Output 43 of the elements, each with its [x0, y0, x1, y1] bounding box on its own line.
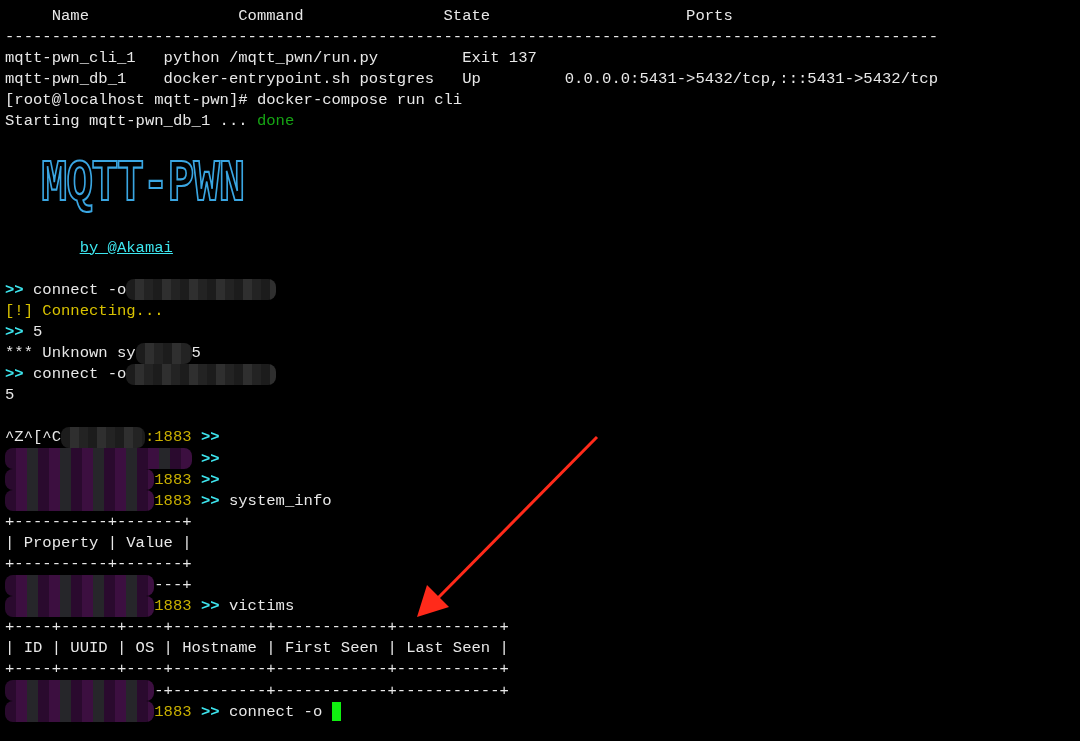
port-text: 1883	[154, 597, 192, 616]
terminal-text: mqtt-pwn_db_1 docker-entrypoint.sh postgres Up 0.0.0.0:5431->5432/tcp,:::5431->5432/tcp	[5, 69, 938, 88]
prompt-marker: >>	[5, 280, 25, 299]
warning-text: [!] Connecting...	[5, 301, 164, 320]
terminal-text: +----+------+----+----------+------------+-----------+	[5, 618, 509, 637]
terminal-text: 5	[33, 322, 43, 341]
prompt-marker: >>	[199, 702, 221, 721]
prompt-marker: >>	[199, 597, 221, 616]
terminal-text: victims	[228, 597, 295, 616]
prompt-marker: >>	[199, 428, 220, 447]
terminal-text: 5	[191, 344, 201, 363]
prompt-marker: >>	[199, 470, 220, 489]
port-text: 1883	[154, 491, 192, 510]
terminal-text: +----+------+----+----------+------------+-----------+	[5, 660, 509, 679]
terminal-text: 5	[5, 386, 15, 405]
ascii-logo: MQTT-PWN	[41, 157, 245, 212]
terminal-text: connect -o	[33, 365, 127, 384]
terminal-text: | Property | Value |	[5, 533, 192, 552]
terminal-text: connect -o	[33, 280, 127, 299]
terminal-text: | ID | UUID | OS | Hostname | First Seen | Last Seen |	[5, 639, 509, 658]
port-text: :1883	[144, 428, 192, 447]
terminal-text: *** Unknown sy	[5, 344, 136, 363]
terminal-text: ---+	[154, 576, 192, 595]
author-credit: by @Akamai	[79, 238, 173, 257]
prompt-marker: >>	[199, 491, 221, 510]
text-cursor	[331, 702, 341, 722]
terminal-text: Name Command State Ports	[50, 6, 733, 25]
prompt-marker: >>	[199, 449, 220, 468]
terminal-text: [root@localhost mqtt-pwn]# docker-compose run cli	[5, 90, 463, 109]
terminal-text: ^Z^[^C	[5, 428, 61, 447]
prompt-marker: >>	[5, 322, 25, 341]
terminal-text: +----------+-------+	[5, 512, 192, 531]
terminal-text: ----------------------------------------------------------------------------------------------------	[5, 27, 938, 46]
prompt-marker: >>	[5, 365, 25, 384]
terminal-text: system_info	[228, 491, 332, 510]
port-text: 1883	[154, 470, 192, 489]
status-text: done	[256, 112, 295, 130]
terminal-text: Starting mqtt-pwn_db_1 ...	[5, 112, 249, 130]
terminal-text: -+----------+------------+-----------+	[154, 681, 509, 700]
terminal-text: connect -o	[228, 702, 324, 721]
port-text: 1883	[154, 702, 192, 721]
terminal-text: mqtt-pwn_cli_1 python /mqtt_pwn/run.py Exit 137	[5, 48, 537, 67]
terminal-text: +----------+-------+	[5, 555, 192, 573]
